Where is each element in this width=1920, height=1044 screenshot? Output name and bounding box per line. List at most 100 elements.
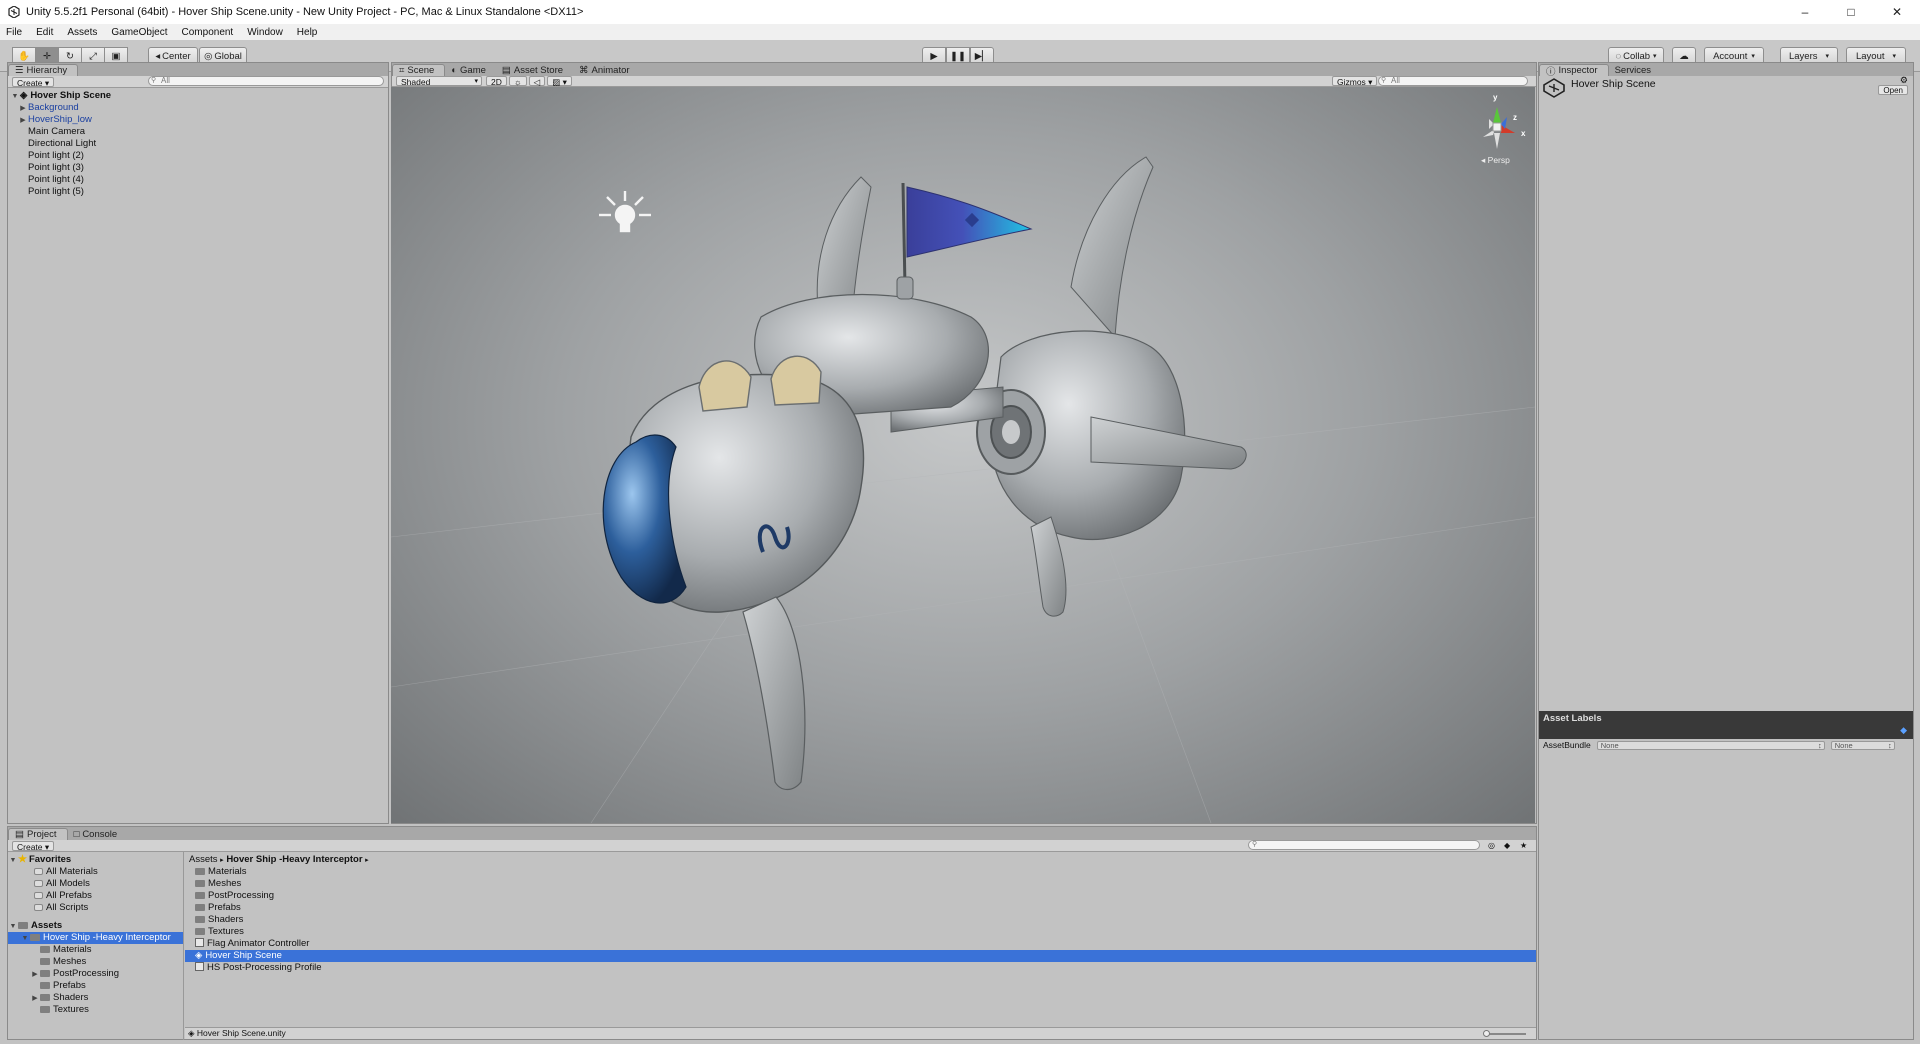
scene-viewport[interactable]: y z x ◂ Persp [391, 87, 1535, 823]
assets-root[interactable]: ▼ Assets [8, 920, 183, 932]
hierarchy-item-label: Main Camera [28, 126, 86, 137]
project-content-item[interactable]: Flag Animator Controller [185, 938, 1536, 950]
project-content-item[interactable]: Meshes [185, 878, 1536, 890]
tab-console[interactable]: □ Console [68, 828, 128, 840]
assetbundle-label: AssetBundle [1543, 740, 1591, 750]
layers-label: Layers [1788, 50, 1818, 62]
project-contents: Assets ▸ Hover Ship -Heavy Interceptor ▸… [185, 852, 1536, 1026]
favorite-item[interactable]: All Scripts [8, 902, 183, 914]
hierarchy-item[interactable]: Main Camera [8, 126, 388, 138]
project-content-item[interactable]: Shaders [185, 914, 1536, 926]
tab-asset-store[interactable]: ▤ Asset Store [496, 64, 573, 76]
project-create-button[interactable]: Create ▾ [12, 840, 55, 852]
scene-root-row[interactable]: ▼ ◈ Hover Ship Scene [8, 90, 388, 102]
pivot-global-label: Global [214, 50, 242, 62]
project-content-item[interactable]: Textures [185, 926, 1536, 938]
tab-game[interactable]: ◐ Game [445, 64, 496, 76]
maximize-icon[interactable]: □ [1828, 0, 1874, 24]
project-content-item[interactable]: PostProcessing [185, 890, 1536, 902]
filter-type-icon[interactable]: ◎ [1488, 841, 1495, 850]
audio-toggle[interactable]: ◁ [528, 76, 546, 87]
open-button[interactable]: Open [1878, 85, 1908, 95]
hierarchy-search-input[interactable]: ⚲ All [148, 76, 384, 86]
collab-icon: ◌ [1615, 50, 1622, 62]
project-search-input[interactable]: ⚲ [1248, 840, 1480, 850]
shading-mode-dropdown[interactable]: Shaded ▾ [396, 76, 482, 87]
zoom-slider[interactable] [1483, 1030, 1526, 1037]
inspector-object-name: Hover Ship Scene [1571, 78, 1656, 90]
menu-window[interactable]: Window [247, 27, 283, 38]
project-content-item[interactable]: Prefabs [185, 902, 1536, 914]
scene-orientation-gizmo[interactable] [1483, 107, 1515, 149]
tab-animator[interactable]: ⌘ Animator [573, 64, 640, 76]
move-icon: ✛ [43, 50, 51, 62]
asset-folder-item[interactable]: Materials [8, 944, 183, 956]
asset-folder-item[interactable]: Meshes [8, 956, 183, 968]
chevron-down-icon: ▾ [1825, 53, 1830, 60]
menu-help[interactable]: Help [297, 27, 318, 38]
menu-gameobject[interactable]: GameObject [111, 27, 167, 38]
folder-icon [40, 982, 50, 989]
breadcrumb-root[interactable]: Assets [189, 854, 218, 865]
menu-assets[interactable]: Assets [67, 27, 97, 38]
tab-hierarchy[interactable]: ☰ Hierarchy [8, 64, 79, 76]
lighting-toggle[interactable]: ☼ [508, 76, 527, 87]
hierarchy-item[interactable]: ▶ Background [8, 102, 388, 114]
game-icon: ◐ [451, 64, 458, 76]
menu-file[interactable]: File [6, 27, 22, 38]
asset-folder-item[interactable]: ▶ PostProcessing [8, 968, 183, 980]
persp-label[interactable]: ◂ Persp [1481, 155, 1510, 166]
tab-project[interactable]: ▤ Project [8, 828, 68, 840]
favorite-item[interactable]: All Prefabs [8, 890, 183, 902]
filter-label-icon[interactable]: ◆ [1504, 841, 1510, 850]
gizmos-dropdown[interactable]: Gizmos ▾ [1332, 76, 1378, 87]
assetbundle-variant-dropdown[interactable]: None ↕ [1830, 740, 1895, 750]
folder-icon [195, 880, 205, 887]
hierarchy-item[interactable]: Point light (5) [8, 186, 388, 198]
zoom-slider-thumb[interactable] [1483, 1030, 1490, 1037]
hierarchy-create-button[interactable]: Create ▾ [12, 76, 55, 88]
hierarchy-item[interactable]: Point light (3) [8, 162, 388, 174]
favorite-item[interactable]: All Models [8, 878, 183, 890]
hierarchy-item[interactable]: ▶ HoverShip_low [8, 114, 388, 126]
tag-icon[interactable]: ◆ [1900, 725, 1907, 736]
asset-folder-item[interactable]: ▶ Shaders [8, 992, 183, 1004]
tab-services[interactable]: Services [1609, 64, 1661, 76]
scene-search-input[interactable]: ⚲ All [1378, 76, 1528, 86]
close-icon[interactable]: ✕ [1874, 0, 1920, 24]
favorite-item[interactable]: All Materials [8, 866, 183, 878]
menu-component[interactable]: Component [182, 27, 234, 38]
favorite-item-label: All Models [46, 878, 90, 889]
tab-scene[interactable]: ⌗ Scene [392, 64, 446, 76]
tab-inspector[interactable]: ⓘ Inspector [1539, 64, 1609, 78]
hierarchy-item[interactable]: Directional Light [8, 138, 388, 150]
animator-icon: ⌘ [579, 64, 589, 76]
asset-folder-item[interactable]: Prefabs [8, 980, 183, 992]
hierarchy-item[interactable]: Point light (4) [8, 174, 388, 186]
tab-project-label: Project [26, 829, 57, 840]
info-icon: ⓘ [1546, 66, 1556, 78]
favorite-star-icon[interactable]: ★ [1520, 841, 1527, 850]
directional-light-gizmo[interactable] [599, 191, 651, 233]
hierarchy-item[interactable]: Point light (2) [8, 150, 388, 162]
speaker-icon: ◁ [533, 77, 541, 87]
tab-animator-label: Animator [591, 64, 630, 76]
effects-dropdown[interactable]: ▨ ▾ [547, 76, 572, 87]
favorites-root[interactable]: ▼ ★ Favorites [8, 854, 183, 866]
unity-scene-icon: ◈ [195, 950, 203, 961]
chevron-down-icon: ▾ [1653, 53, 1657, 60]
tab-inspector-label: Inspector [1558, 65, 1598, 76]
project-content-item[interactable]: HS Post-Processing Profile [185, 962, 1536, 974]
assetbundle-dropdown[interactable]: None ↕ [1596, 740, 1825, 750]
mode-2d-toggle[interactable]: 2D [486, 76, 507, 87]
asset-folder-item[interactable]: ▼ Hover Ship -Heavy Interceptor [8, 932, 183, 944]
asset-folder-item[interactable]: Textures [8, 1004, 183, 1016]
chevron-down-icon: ↕ [1817, 740, 1822, 750]
project-content-item[interactable]: ◈ Hover Ship Scene [185, 950, 1536, 962]
inspector-tab-row: ⓘ Inspector Services [1539, 63, 1913, 78]
hierarchy-panel: ☰ Hierarchy Create ▾ ⚲ All ▼ ◈ Hover Ship Sc… [7, 62, 389, 824]
minimize-icon[interactable]: – [1782, 0, 1828, 24]
project-content-item[interactable]: Materials [185, 866, 1536, 878]
menu-edit[interactable]: Edit [36, 27, 53, 38]
breadcrumb-folder[interactable]: Hover Ship -Heavy Interceptor [226, 854, 362, 865]
